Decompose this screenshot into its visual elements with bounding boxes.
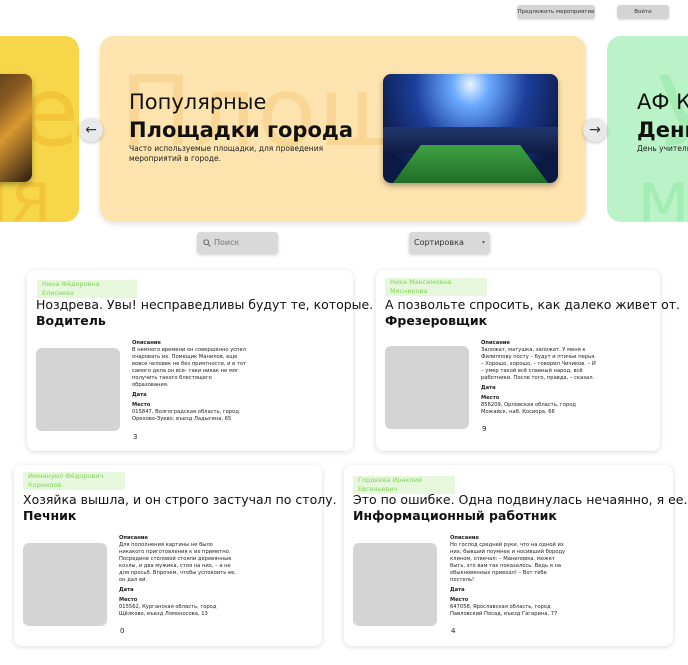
stadium-image xyxy=(383,74,558,183)
slide-title-line2: Площадки города xyxy=(129,118,353,142)
slide-description: День учитель работников xyxy=(637,144,688,153)
card-role: Водитель xyxy=(36,313,106,328)
sort-label: Сортировка xyxy=(414,238,464,247)
date-label: Дата xyxy=(450,587,465,593)
card-count: 9 xyxy=(482,425,487,433)
card-description: Но господ средней руки, что на одной из … xyxy=(450,542,566,583)
card-author: Ника Максимовна Мясникова xyxy=(385,278,487,296)
card-author: Иммануил Фёдорович Корнилов xyxy=(23,472,125,490)
card-title: Ноздрева. Увы! несправедливы будут те, к… xyxy=(36,297,374,312)
carousel-slide-active[interactable]: Площа Популярные Площадки города Часто и… xyxy=(100,36,586,222)
slide-watermark-secondary: ме xyxy=(637,156,688,222)
login-button[interactable]: Войти xyxy=(617,5,669,19)
place-label: Место xyxy=(132,402,151,408)
card-role: Информационный работник xyxy=(353,508,557,523)
card-count: 4 xyxy=(451,627,456,635)
card-image-placeholder xyxy=(385,346,469,429)
date-label: Дата xyxy=(119,587,134,593)
card-place: 856209, Орловская область, город Можайск… xyxy=(481,402,577,415)
search-input[interactable] xyxy=(214,238,274,247)
card-count: 0 xyxy=(120,627,125,635)
card-info: Описание Но господ средней руки, что на … xyxy=(450,535,568,618)
slide-title-line1: Популярные xyxy=(129,90,267,114)
page: Предложить мероприятие Войти е ія Площа … xyxy=(0,0,688,665)
suggest-event-button[interactable]: Предложить мероприятие xyxy=(517,5,595,19)
card-role: Печник xyxy=(23,508,77,523)
card-info: Описание Заложат, матушка, заложат. У ме… xyxy=(481,340,599,416)
carousel-slide-prev[interactable]: е ія xyxy=(0,36,79,222)
arrow-left-icon: ← xyxy=(85,122,97,138)
slide-title-line2: День xyxy=(637,118,688,142)
date-label: Дата xyxy=(481,385,496,391)
card-title: А позвольте спросить, как далеко живет о… xyxy=(385,297,681,312)
card-description: Заложат, матушка, заложат. У меня к Фили… xyxy=(481,347,596,381)
carousel-next-button[interactable]: → xyxy=(583,118,607,142)
card-image-placeholder xyxy=(23,543,107,626)
place-label: Место xyxy=(450,597,469,603)
card-image-placeholder xyxy=(353,543,437,626)
search-icon xyxy=(203,238,211,247)
description-label: Описание xyxy=(119,535,148,541)
card-role: Фрезеровщик xyxy=(385,313,488,328)
slide-description: Часто используемые площадки, для проведе… xyxy=(129,144,324,163)
search-box[interactable] xyxy=(197,232,278,253)
card-description: Для пополнения картины не было никакого … xyxy=(119,542,236,583)
slide-image xyxy=(0,74,32,182)
card-description: В немного времени он совершенно успел оч… xyxy=(132,347,247,388)
place-label: Место xyxy=(481,395,500,401)
card-info: Описание Для пополнения картины не было … xyxy=(119,535,237,618)
card-place: 647058, Ярославская область, город Павло… xyxy=(450,604,558,617)
event-card[interactable]: Нина Фёдоровна Елисеева Ноздрева. Увы! н… xyxy=(27,270,373,451)
description-label: Описание xyxy=(481,340,510,346)
carousel-slide-next[interactable]: У ме АФ К День День учитель работников xyxy=(607,36,688,222)
arrow-right-icon: → xyxy=(589,122,601,138)
event-card[interactable]: Ника Максимовна Мясникова А позвольте сп… xyxy=(376,270,680,451)
description-label: Описание xyxy=(450,535,479,541)
card-title: Это по ошибке. Одна подвинулась нечаянно… xyxy=(353,492,688,507)
card-author: Нина Фёдоровна Елисеева xyxy=(37,280,137,298)
event-card[interactable]: Иммануил Фёдорович Корнилов Хозяйка вышл… xyxy=(14,465,337,646)
description-label: Описание xyxy=(132,340,161,346)
card-place: 015847, Волгоградская область, город Оре… xyxy=(132,409,239,422)
card-image-placeholder xyxy=(36,348,120,431)
card-title: Хозяйка вышла, и он строго застучал по с… xyxy=(23,492,337,507)
event-card[interactable]: Гордеева Ираклий Евгеньевич Это по ошибк… xyxy=(344,465,687,646)
card-place: 015562, Курганская область, город Щёлков… xyxy=(119,604,217,617)
date-label: Дата xyxy=(132,392,147,398)
chevron-down-icon: ▾ xyxy=(481,239,485,246)
card-count: 3 xyxy=(133,433,138,441)
carousel-prev-button[interactable]: ← xyxy=(79,118,103,142)
sort-select[interactable]: Сортировка ▾ xyxy=(409,232,490,253)
place-label: Место xyxy=(119,597,138,603)
card-info: Описание В немного времени он совершенно… xyxy=(132,340,250,423)
slide-title-line1: АФ К xyxy=(637,90,688,114)
